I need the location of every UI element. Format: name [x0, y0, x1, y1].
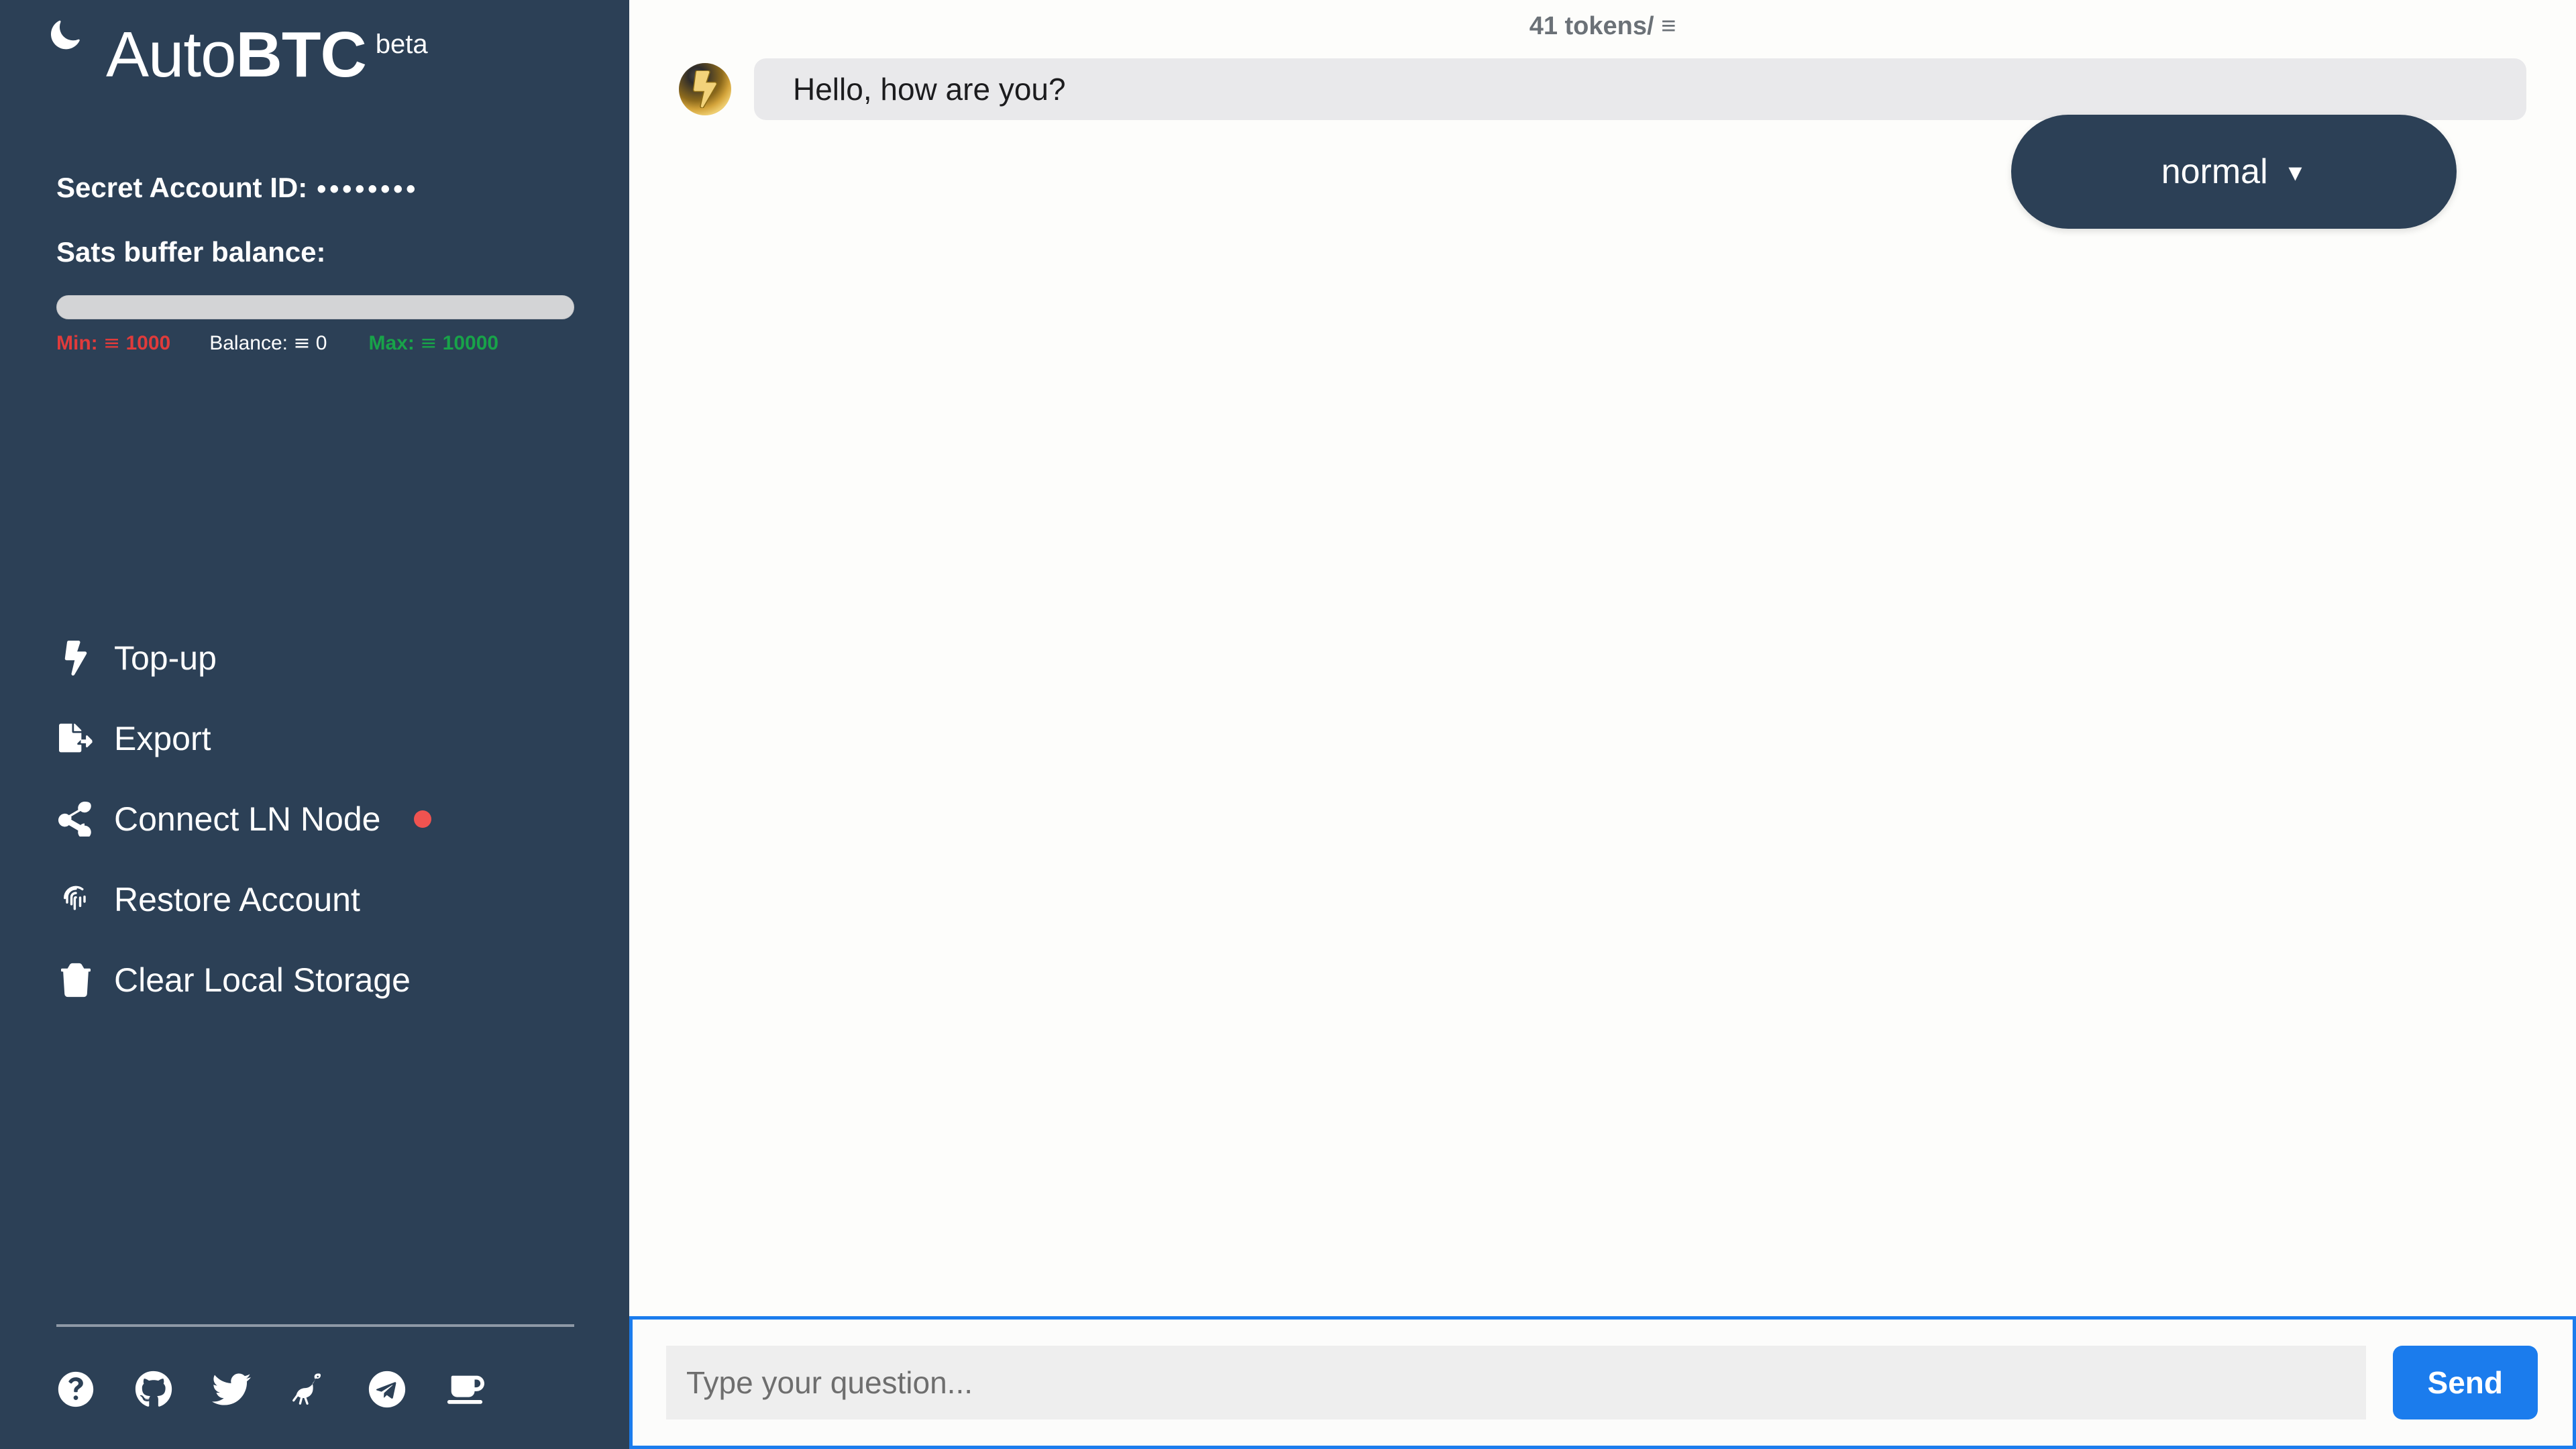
social-links [56, 1370, 573, 1409]
buffer-min: Min: ≡ 1000 [56, 331, 170, 355]
secret-account-id: Secret Account ID: •••••••• [56, 172, 573, 204]
bolt-icon [56, 641, 95, 676]
github-icon[interactable] [134, 1370, 173, 1409]
sidebar-item-top-up[interactable]: Top-up [56, 618, 573, 698]
buffer-balance: Balance: ≡ 0 [209, 331, 327, 355]
sidebar-item-label: Restore Account [114, 881, 360, 918]
sidebar-item-label: Top-up [114, 639, 217, 677]
message-composer: Send [629, 1316, 2576, 1449]
buffer-balance-label: Balance: [209, 332, 288, 354]
sidebar-item-export[interactable]: Export [56, 698, 573, 779]
secret-account-id-value: •••••••• [317, 174, 419, 204]
footer-divider [56, 1324, 574, 1327]
buffer-min-value: 1000 [125, 332, 171, 354]
sidebar-item-label: Export [114, 720, 211, 757]
mode-selector-dropdown[interactable]: normal ▼ [2011, 115, 2457, 229]
send-button[interactable]: Send [2392, 1346, 2538, 1419]
theme-toggle-button[interactable] [42, 12, 89, 59]
trash-icon [56, 963, 95, 998]
chat-message: Hello, how are you? [679, 58, 2526, 120]
coffee-icon[interactable] [445, 1370, 484, 1409]
telegram-icon[interactable] [368, 1370, 407, 1409]
brand-name-light: Auto [106, 19, 236, 91]
chat-message-bubble: Hello, how are you? [754, 58, 2526, 120]
moon-icon [46, 15, 84, 56]
lightning-avatar-icon [679, 63, 731, 115]
sats-buffer-legend: Min: ≡ 1000 Balance: ≡ 0 Max: ≡ 10000 [56, 331, 574, 355]
buffer-balance-value: 0 [315, 332, 327, 354]
sidebar-item-restore-account[interactable]: Restore Account [56, 859, 573, 940]
buffer-max-value: 10000 [442, 332, 499, 354]
sidebar-item-label: Clear Local Storage [114, 961, 411, 999]
app-root: Auto BTC beta Secret Account ID: •••••••… [0, 0, 2576, 1449]
sidebar-nav: Top-up Export Connect LN Node Restore Ac… [56, 618, 573, 1020]
sidebar-item-connect-ln-node[interactable]: Connect LN Node [56, 779, 573, 859]
sats-buffer-slider[interactable] [56, 295, 574, 319]
sidebar-footer [56, 1324, 574, 1449]
secret-account-id-label: Secret Account ID: [56, 172, 308, 203]
main-panel: 41 tokens/ ≡ Hello, how are you? normal … [629, 0, 2576, 1449]
fingerprint-icon [56, 882, 95, 917]
sidebar-item-label: Connect LN Node [114, 800, 381, 838]
buffer-min-label: Min: [56, 332, 98, 354]
chevron-down-icon: ▼ [2284, 160, 2307, 186]
sats-buffer-label: Sats buffer balance: [56, 236, 326, 268]
sat-symbol-min: ≡ [103, 331, 121, 355]
help-icon[interactable] [56, 1370, 95, 1409]
file-export-icon [56, 721, 95, 756]
nostr-ostrich-icon[interactable] [290, 1370, 329, 1409]
twitter-icon[interactable] [212, 1370, 251, 1409]
question-input[interactable] [666, 1346, 2366, 1419]
chat-message-text: Hello, how are you? [793, 72, 1066, 107]
sat-symbol-balance: ≡ [293, 331, 311, 355]
brand-beta-tag: beta [375, 30, 428, 59]
sidebar: Auto BTC beta Secret Account ID: •••••••… [0, 0, 629, 1449]
buffer-max-label: Max: [368, 332, 415, 354]
sat-symbol-max: ≡ [420, 331, 437, 355]
brand-name-bold: BTC [235, 19, 366, 91]
ln-node-status-dot [414, 810, 432, 828]
buffer-max: Max: ≡ 10000 [368, 331, 498, 355]
chat-message-list: Hello, how are you? normal ▼ [629, 41, 2576, 1316]
token-price-meter: 41 tokens/ ≡ [1529, 12, 1676, 40]
mode-selector-value: normal [2161, 152, 2268, 191]
share-nodes-icon [56, 802, 95, 837]
brand-logo: Auto BTC beta [106, 23, 573, 87]
sidebar-item-clear-local-storage[interactable]: Clear Local Storage [56, 940, 573, 1020]
